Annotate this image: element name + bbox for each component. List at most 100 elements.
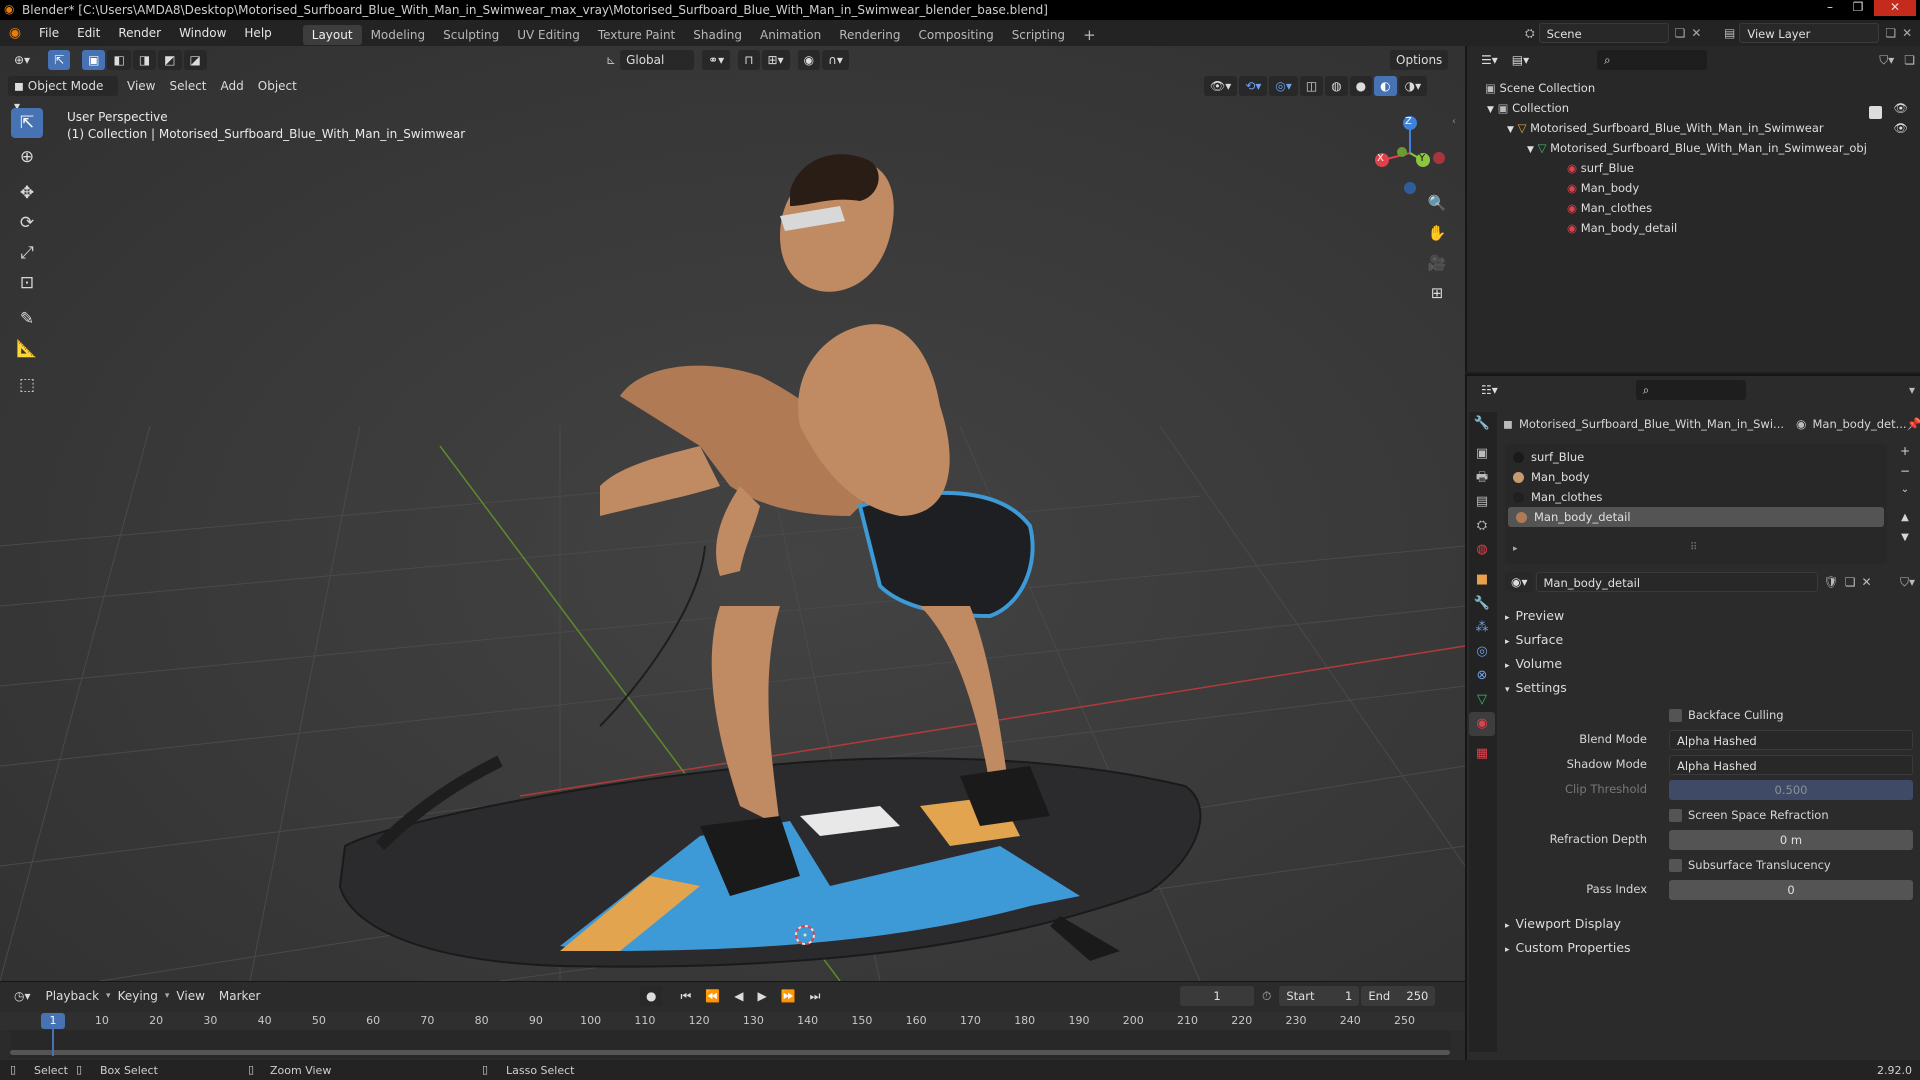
camera-icon[interactable]: 🎥: [1424, 250, 1450, 276]
menu-edit[interactable]: Edit: [68, 20, 109, 46]
visibility-icon[interactable]: 👁▾: [1204, 76, 1238, 96]
data-tab-icon[interactable]: ▽: [1469, 688, 1495, 712]
pass-index-field[interactable]: 0: [1669, 880, 1913, 900]
select-mode-invert-icon[interactable]: ◩: [158, 50, 182, 70]
tree-mesh-data[interactable]: ▼ ▽ Motorised_Surfboard_Blue_With_Man_in…: [1467, 138, 1918, 158]
tab-layout[interactable]: Layout: [302, 24, 362, 45]
expand-arrow-icon[interactable]: ▼: [1527, 145, 1534, 155]
view-layer-field[interactable]: View Layer: [1739, 23, 1880, 43]
scene-tab-icon[interactable]: ⛭: [1469, 514, 1495, 538]
tab-texture-paint[interactable]: Texture Paint: [589, 25, 684, 45]
menu-file[interactable]: File: [30, 20, 68, 46]
add-cube-tool-icon[interactable]: ⬚: [11, 370, 43, 400]
delete-scene-icon[interactable]: ✕: [1691, 26, 1701, 40]
blender-menu-icon[interactable]: ◉: [0, 25, 30, 41]
properties-options-icon[interactable]: ▾: [1909, 383, 1915, 397]
tab-rendering[interactable]: Rendering: [830, 25, 909, 45]
timeline-scrollbar[interactable]: [10, 1050, 1450, 1055]
move-slot-down-icon[interactable]: ▼: [1895, 532, 1915, 552]
tree-material-man-body[interactable]: ◉ Man_body: [1467, 178, 1918, 198]
pivot-point-icon[interactable]: ⚭▾: [702, 50, 731, 70]
xray-icon[interactable]: ◫: [1299, 76, 1324, 96]
material-slot-man-body[interactable]: Man_body: [1505, 467, 1887, 487]
gizmos-icon[interactable]: ⟲▾: [1239, 76, 1268, 96]
new-view-layer-icon[interactable]: ❏: [1885, 26, 1896, 40]
transform-orientation-dropdown[interactable]: Global: [620, 50, 695, 70]
close-button[interactable]: ✕: [1874, 0, 1916, 16]
select-mode-intersect-icon[interactable]: ◪: [183, 50, 207, 70]
clip-threshold-slider[interactable]: 0.500: [1669, 780, 1913, 800]
falloff-icon[interactable]: ∩▾: [822, 50, 849, 70]
minimize-button[interactable]: –: [1818, 0, 1842, 16]
collection-eye-icon[interactable]: 👁: [1893, 98, 1908, 118]
link-type-icon[interactable]: ⛉▾: [1900, 575, 1915, 590]
tab-scripting[interactable]: Scripting: [1003, 25, 1074, 45]
tab-modeling[interactable]: Modeling: [362, 25, 435, 45]
constraints-tab-icon[interactable]: ⊗: [1469, 664, 1495, 688]
material-slot-man-clothes[interactable]: Man_clothes: [1505, 487, 1887, 507]
move-slot-up-icon[interactable]: ▲: [1895, 512, 1915, 532]
tab-compositing[interactable]: Compositing: [909, 25, 1002, 45]
timeline-menu-marker[interactable]: Marker: [212, 986, 267, 1006]
refraction-depth-field[interactable]: 0 m: [1669, 830, 1913, 850]
texture-tab-icon[interactable]: ▦: [1469, 742, 1495, 766]
add-slot-icon[interactable]: +: [1895, 444, 1915, 464]
screen-space-refraction-checkbox[interactable]: Screen Space Refraction: [1669, 808, 1829, 822]
material-name-field[interactable]: Man_body_detail: [1535, 572, 1818, 592]
material-slot-man-body-detail[interactable]: Man_body_detail: [1508, 507, 1884, 527]
new-scene-icon[interactable]: ❏: [1675, 26, 1686, 40]
viewport-menu-object[interactable]: Object: [251, 76, 304, 96]
remove-slot-icon[interactable]: −: [1895, 464, 1915, 484]
modifiers-tab-icon[interactable]: 🔧: [1469, 592, 1495, 616]
subsurface-translucency-checkbox[interactable]: Subsurface Translucency: [1669, 858, 1831, 872]
select-mode-new-icon[interactable]: ▣: [82, 50, 106, 70]
scale-tool-icon[interactable]: ⤢: [11, 238, 43, 268]
pin-icon[interactable]: 📌: [1907, 417, 1920, 431]
timeline-menu-view[interactable]: View: [169, 986, 211, 1006]
jump-keyframe-back-icon[interactable]: ⏪: [699, 986, 726, 1006]
list-expand-icon[interactable]: ▸: [1513, 544, 1518, 554]
end-frame-field[interactable]: End 250: [1361, 986, 1436, 1006]
blend-mode-dropdown[interactable]: Alpha Hashed: [1669, 730, 1913, 750]
particles-tab-icon[interactable]: ⁂: [1469, 616, 1495, 640]
snap-target-icon[interactable]: ⊞▾: [761, 50, 790, 70]
pan-hand-icon[interactable]: ✋: [1424, 220, 1450, 246]
move-tool-icon[interactable]: ✥: [11, 178, 43, 208]
viewport-menu-add[interactable]: Add: [214, 76, 251, 96]
expand-arrow-icon[interactable]: ▼: [1507, 125, 1514, 135]
tab-uv-editing[interactable]: UV Editing: [508, 25, 589, 45]
material-slot-surf-blue[interactable]: surf_Blue: [1505, 447, 1887, 467]
object-eye-icon[interactable]: 👁: [1893, 118, 1908, 138]
tree-material-man-body-detail[interactable]: ◉ Man_body_detail: [1467, 218, 1918, 238]
object-tab-icon[interactable]: ■: [1469, 568, 1495, 592]
select-mode-extend-icon[interactable]: ◧: [107, 50, 131, 70]
filter-icon[interactable]: ⛉▾: [1879, 53, 1894, 68]
properties-search-input[interactable]: ⌕: [1635, 380, 1746, 400]
auto-keying-icon[interactable]: ●: [640, 986, 663, 1006]
scene-field[interactable]: Scene: [1538, 23, 1669, 43]
mode-dropdown[interactable]: ◼ Object Mode ▾: [8, 76, 118, 113]
snap-icon[interactable]: ⊓: [738, 50, 760, 70]
proportional-editing-icon[interactable]: ◉: [797, 50, 821, 70]
jump-start-icon[interactable]: ⏮: [674, 986, 697, 1006]
transform-tool-icon[interactable]: ⊡: [11, 268, 43, 298]
jump-end-icon[interactable]: ⏭: [804, 986, 827, 1006]
cursor-tool-icon[interactable]: ⊕: [11, 142, 43, 172]
tab-animation[interactable]: Animation: [751, 25, 830, 45]
expand-arrow-icon[interactable]: ▼: [1487, 105, 1494, 115]
select-box-tool-icon[interactable]: ⇱: [11, 108, 43, 138]
output-tab-icon[interactable]: 🖶: [1469, 466, 1495, 490]
duplicate-material-icon[interactable]: ❏: [1845, 575, 1856, 589]
outliner-search-input[interactable]: ⌕: [1597, 50, 1708, 70]
rotate-tool-icon[interactable]: ⟳: [11, 208, 43, 238]
zoom-icon[interactable]: 🔍: [1424, 190, 1450, 216]
tree-object[interactable]: ▼ ▽ Motorised_Surfboard_Blue_With_Man_in…: [1467, 118, 1918, 138]
maximize-button[interactable]: ❐: [1846, 0, 1870, 16]
properties-editor-type-icon[interactable]: ☷▾: [1475, 380, 1504, 400]
unlink-material-icon[interactable]: ✕: [1862, 575, 1872, 589]
overlays-icon[interactable]: ◎▾: [1269, 76, 1298, 96]
add-workspace-button[interactable]: +: [1074, 25, 1105, 45]
frame-ruler[interactable]: 1102030405060708090100110120130140150160…: [0, 1012, 1465, 1030]
menu-window[interactable]: Window: [170, 20, 235, 46]
options-dropdown[interactable]: Options: [1390, 50, 1449, 70]
